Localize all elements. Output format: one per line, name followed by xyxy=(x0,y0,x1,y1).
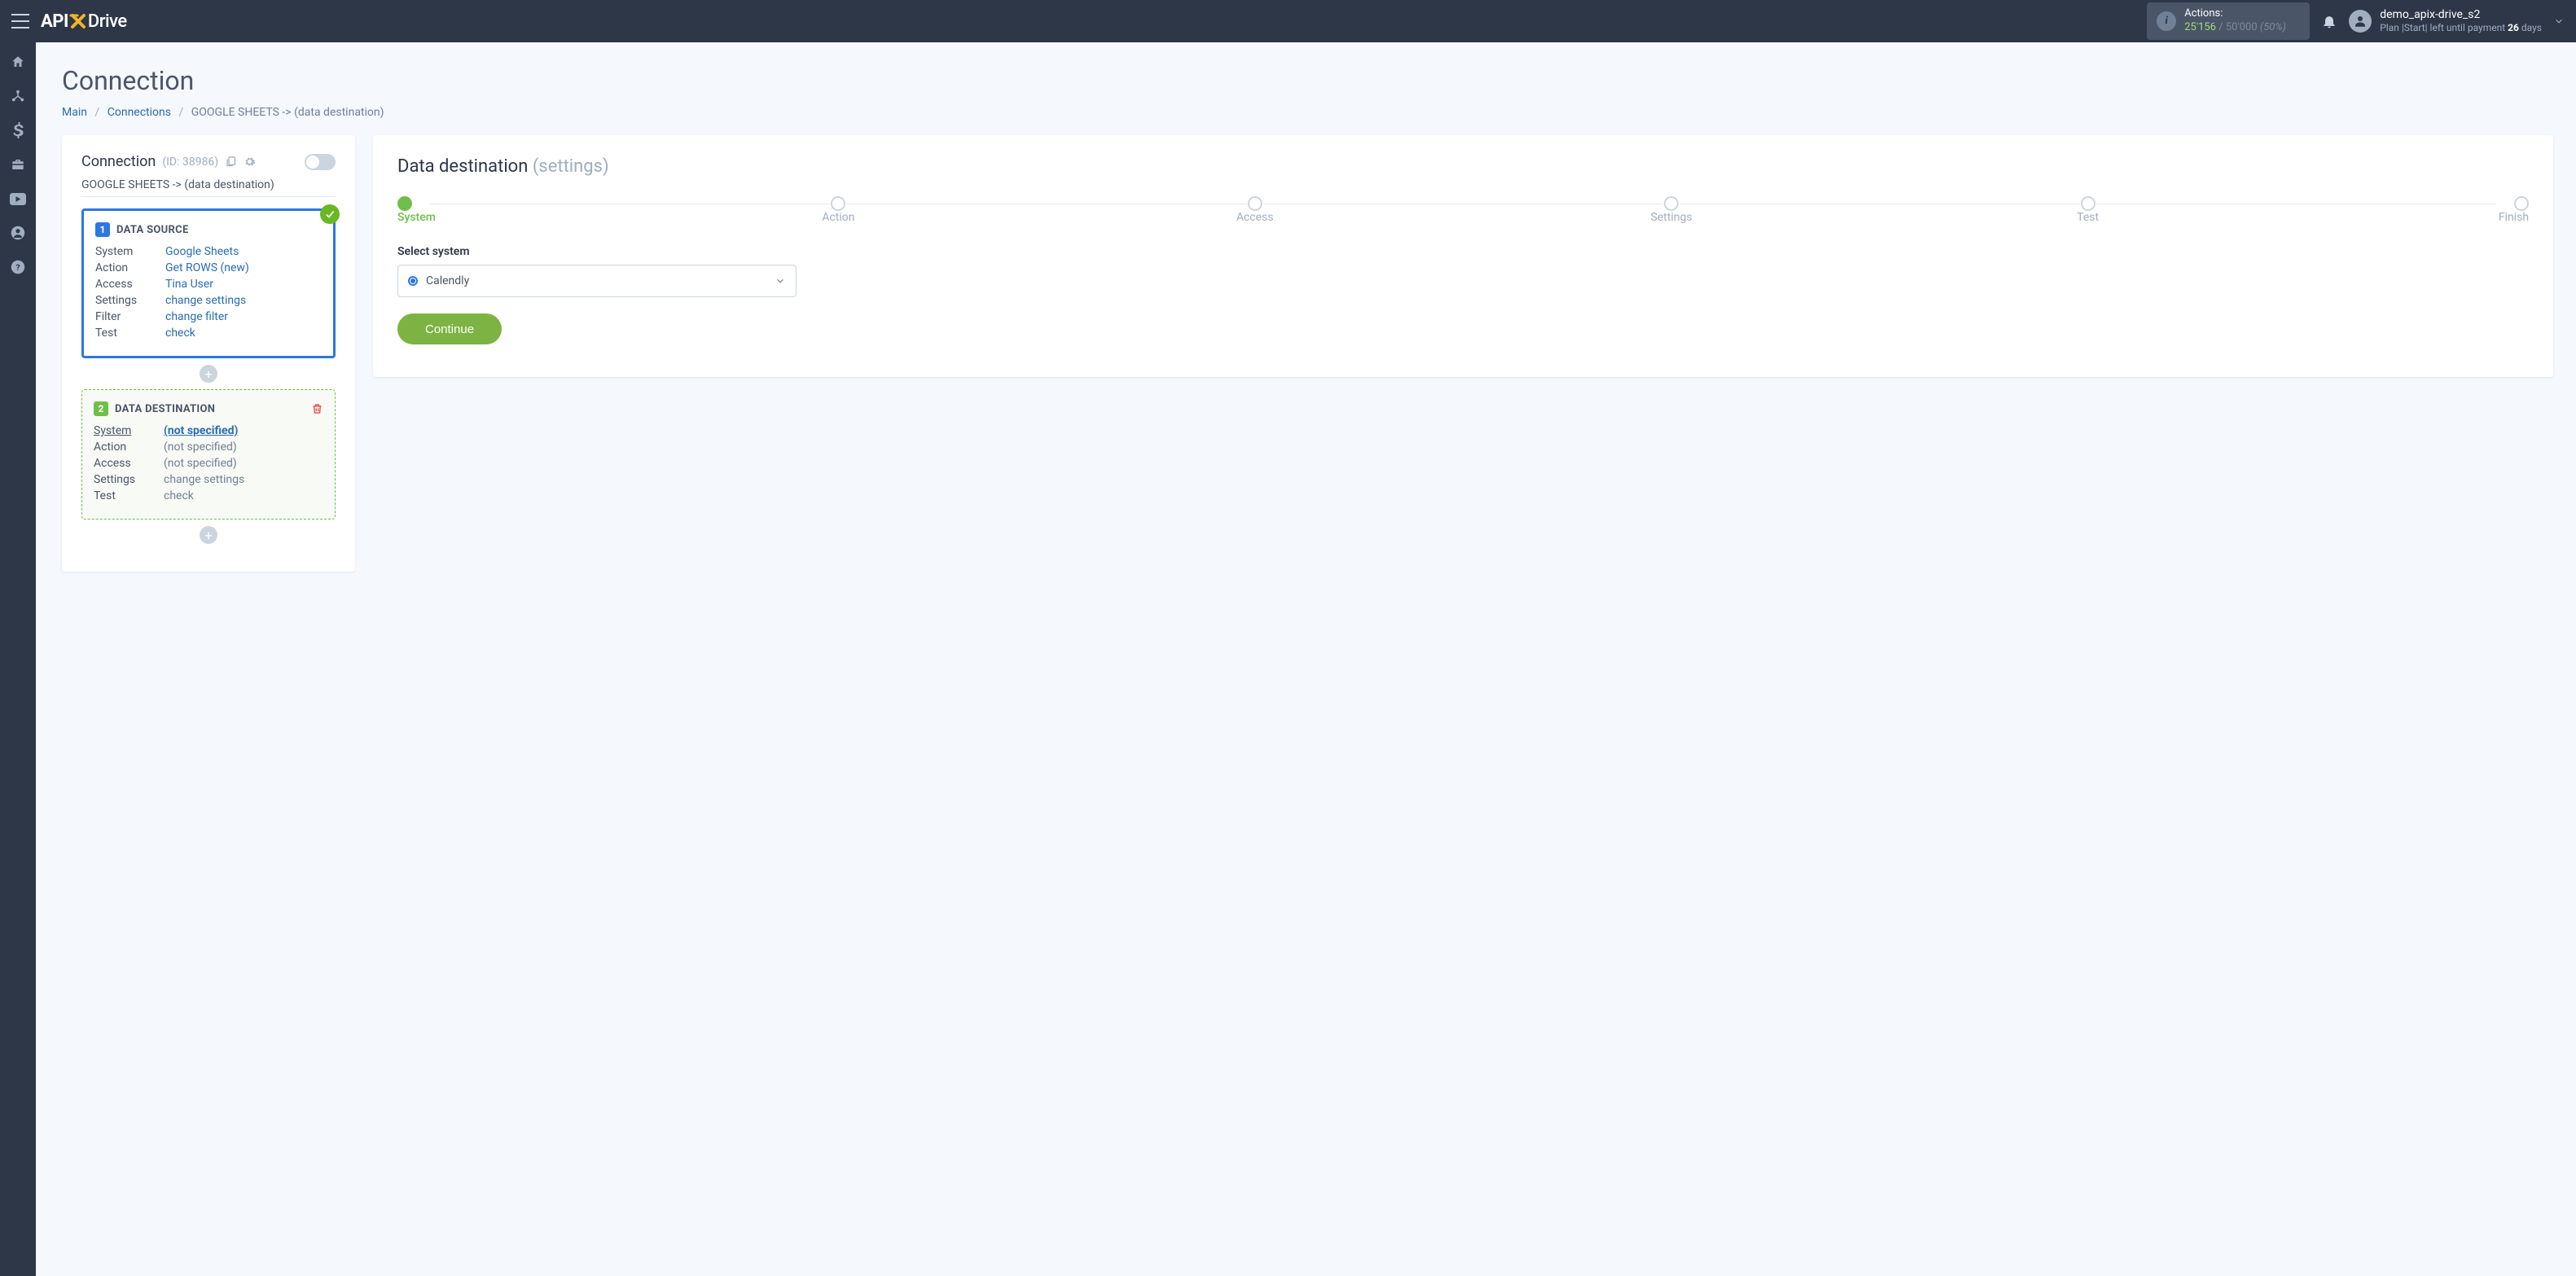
row-value: (not specified) xyxy=(164,441,237,454)
svg-text:?: ? xyxy=(15,262,20,273)
actions-sep: / xyxy=(2216,21,2226,33)
step-access[interactable]: Access xyxy=(1231,196,1279,224)
side-rail: ? xyxy=(0,42,36,1276)
connection-toggle[interactable] xyxy=(305,154,336,170)
home-icon[interactable] xyxy=(10,54,26,70)
notifications-icon[interactable] xyxy=(2321,13,2337,29)
panel-title: Data destination (settings) xyxy=(397,156,2529,177)
row-value[interactable]: Tina User xyxy=(165,278,213,291)
step-finish[interactable]: Finish xyxy=(2480,196,2529,224)
source-row: SystemGoogle Sheets xyxy=(95,245,322,258)
actions-label: Actions: xyxy=(2184,7,2286,21)
check-icon xyxy=(320,204,340,224)
row-value[interactable]: change settings xyxy=(165,294,246,307)
user-menu[interactable]: demo_apix-drive_s2 Plan |Start| left unt… xyxy=(2349,8,2542,33)
row-key: System xyxy=(94,424,164,437)
stepper: System Action Access Settings Test Finish xyxy=(397,196,2529,224)
actions-counter[interactable]: i Actions: 25'156 / 50'000 (50%) xyxy=(2147,2,2310,40)
data-destination-box[interactable]: 2 DATA DESTINATION System(not specified)… xyxy=(81,389,336,520)
row-value: check xyxy=(164,489,194,502)
row-key: Action xyxy=(94,441,164,454)
user-plan: Plan |Start| left until payment 26 days xyxy=(2380,22,2542,33)
row-key: Access xyxy=(95,278,165,291)
actions-total: 50'000 xyxy=(2226,21,2258,33)
row-value: change settings xyxy=(164,473,244,486)
billing-icon[interactable] xyxy=(10,122,26,138)
chevron-down-icon xyxy=(775,275,786,287)
dest-row: Access(not specified) xyxy=(94,457,323,470)
step-test[interactable]: Test xyxy=(2064,196,2113,224)
menu-toggle-icon[interactable] xyxy=(11,14,29,29)
connection-title: Connection xyxy=(81,153,156,170)
row-key: Access xyxy=(94,457,164,470)
dest-row: System(not specified) xyxy=(94,424,323,437)
step-system[interactable]: System xyxy=(397,196,446,224)
top-bar: API Drive i Actions: 25'156 / 50'000 (50… xyxy=(0,0,2576,42)
dest-row: Testcheck xyxy=(94,489,323,502)
actions-used: 25'156 xyxy=(2184,21,2216,33)
system-select-value: Calendly xyxy=(426,274,469,287)
row-key: Action xyxy=(95,261,165,274)
connections-icon[interactable] xyxy=(10,88,26,104)
row-key: Filter xyxy=(95,310,165,323)
source-row: Testcheck xyxy=(95,327,322,340)
continue-button[interactable]: Continue xyxy=(397,314,502,344)
logo-text-api: API xyxy=(41,11,68,32)
row-key: System xyxy=(95,245,165,258)
source-row: AccessTina User xyxy=(95,278,322,291)
row-value[interactable]: Get ROWS (new) xyxy=(165,261,249,274)
briefcase-icon[interactable] xyxy=(10,156,26,173)
connection-sidebar: Connection (ID: 38986) GOOGLE SHEETS -> … xyxy=(62,135,355,572)
connection-name: GOOGLE SHEETS -> (data destination) xyxy=(81,178,336,197)
dest-badge: 2 xyxy=(94,401,108,416)
source-row: Settingschange settings xyxy=(95,294,322,307)
info-icon: i xyxy=(2157,11,2176,31)
step-settings[interactable]: Settings xyxy=(1647,196,1696,224)
logo[interactable]: API Drive xyxy=(41,11,127,32)
source-row: ActionGet ROWS (new) xyxy=(95,261,322,274)
dest-row: Settingschange settings xyxy=(94,473,323,486)
row-value[interactable]: change filter xyxy=(165,310,228,323)
user-name: demo_apix-drive_s2 xyxy=(2380,8,2542,22)
connection-id: (ID: 38986) xyxy=(162,156,218,169)
copy-icon[interactable] xyxy=(225,156,237,168)
row-key: Settings xyxy=(94,473,164,486)
row-key: Test xyxy=(94,489,164,502)
row-value: (not specified) xyxy=(164,457,237,470)
chevron-down-icon[interactable] xyxy=(2553,15,2565,27)
source-row: Filterchange filter xyxy=(95,310,322,323)
actions-pct: (50%) xyxy=(2260,21,2286,33)
profile-icon[interactable] xyxy=(10,225,26,241)
radio-icon xyxy=(408,276,418,286)
select-system-label: Select system xyxy=(397,245,2529,258)
row-key: Test xyxy=(95,327,165,340)
help-icon[interactable]: ? xyxy=(10,259,26,275)
system-select[interactable]: Calendly xyxy=(397,265,796,297)
main-content: Connection Main / Connections / GOOGLE S… xyxy=(36,42,2576,1276)
breadcrumb-connections[interactable]: Connections xyxy=(108,106,171,119)
breadcrumb: Main / Connections / GOOGLE SHEETS -> (d… xyxy=(62,106,2553,119)
avatar-icon xyxy=(2349,10,2372,33)
logo-x-icon xyxy=(69,12,87,30)
add-destination-button[interactable]: + xyxy=(200,526,217,544)
row-value[interactable]: check xyxy=(165,327,195,340)
row-value[interactable]: (not specified) xyxy=(164,424,238,437)
step-action[interactable]: Action xyxy=(814,196,862,224)
dest-row: Action(not specified) xyxy=(94,441,323,454)
video-icon[interactable] xyxy=(10,191,26,207)
page-title: Connection xyxy=(62,65,2553,96)
row-key: Settings xyxy=(95,294,165,307)
logo-text-drive: Drive xyxy=(88,11,127,32)
row-value[interactable]: Google Sheets xyxy=(165,245,239,258)
add-source-button[interactable]: + xyxy=(200,365,217,383)
gear-icon[interactable] xyxy=(244,156,256,168)
data-source-box[interactable]: 1 DATA SOURCE SystemGoogle SheetsActionG… xyxy=(81,208,336,358)
trash-icon[interactable] xyxy=(311,402,323,415)
breadcrumb-main[interactable]: Main xyxy=(62,106,87,119)
dest-title: DATA DESTINATION xyxy=(115,403,215,415)
settings-panel: Data destination (settings) System Action… xyxy=(373,135,2553,377)
breadcrumb-current: GOOGLE SHEETS -> (data destination) xyxy=(191,106,384,119)
source-title: DATA SOURCE xyxy=(116,224,189,236)
source-badge: 1 xyxy=(95,222,110,237)
